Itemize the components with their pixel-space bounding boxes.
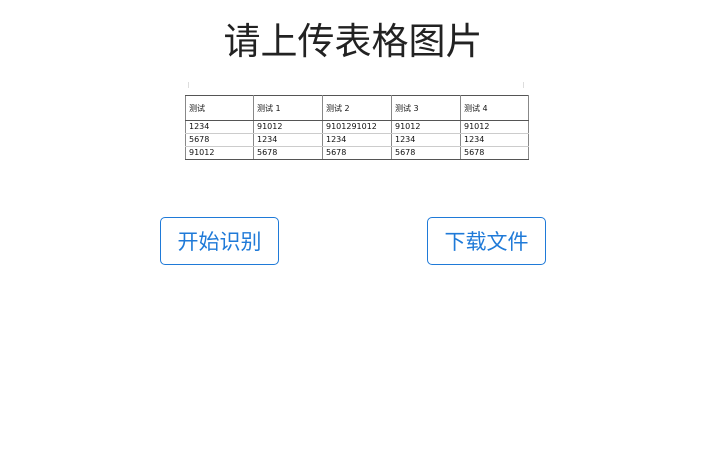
- table-row: 91012 5678 5678 5678 5678: [185, 146, 529, 160]
- table-cell: 91012: [460, 120, 529, 134]
- preview-table: 测试 测试 1 测试 2 测试 3 测试 4 1234 91012 910129…: [185, 95, 529, 160]
- table-header-cell: 测试 2: [322, 95, 392, 121]
- page-root: 请上传表格图片 测试 测试 1 测试 2 测试 3 测试 4 1234 9101…: [0, 0, 717, 465]
- table-cell: 1234: [322, 133, 392, 147]
- download-file-button[interactable]: 下载文件: [427, 217, 546, 265]
- table-cell: 1234: [253, 133, 323, 147]
- table-cell: 5678: [185, 133, 254, 147]
- table-cell: 5678: [391, 146, 461, 160]
- table-cell: 9101291012: [322, 120, 392, 134]
- start-recognition-button[interactable]: 开始识别: [160, 217, 279, 265]
- table-cell: 5678: [322, 146, 392, 160]
- table-cell: 91012: [391, 120, 461, 134]
- table-cell: 1234: [391, 133, 461, 147]
- table-row: 5678 1234 1234 1234 1234: [185, 133, 529, 147]
- table-header-cell: 测试: [185, 95, 254, 121]
- table-header-cell: 测试 3: [391, 95, 461, 121]
- table-cell: 5678: [253, 146, 323, 160]
- table-header-cell: 测试 4: [460, 95, 529, 121]
- page-edge-tick: [523, 82, 524, 88]
- table-cell: 91012: [185, 146, 254, 160]
- table-cell: 1234: [460, 133, 529, 147]
- table-image-preview: 测试 测试 1 测试 2 测试 3 测试 4 1234 91012 910129…: [183, 82, 534, 164]
- page-title: 请上传表格图片: [223, 20, 483, 63]
- table-header-cell: 测试 1: [253, 95, 323, 121]
- table-row: 1234 91012 9101291012 91012 91012: [185, 120, 529, 134]
- table-cell: 1234: [185, 120, 254, 134]
- table-cell: 5678: [460, 146, 529, 160]
- page-edge-tick: [188, 82, 189, 88]
- table-cell: 91012: [253, 120, 323, 134]
- table-header-row: 测试 测试 1 测试 2 测试 3 测试 4: [185, 95, 529, 121]
